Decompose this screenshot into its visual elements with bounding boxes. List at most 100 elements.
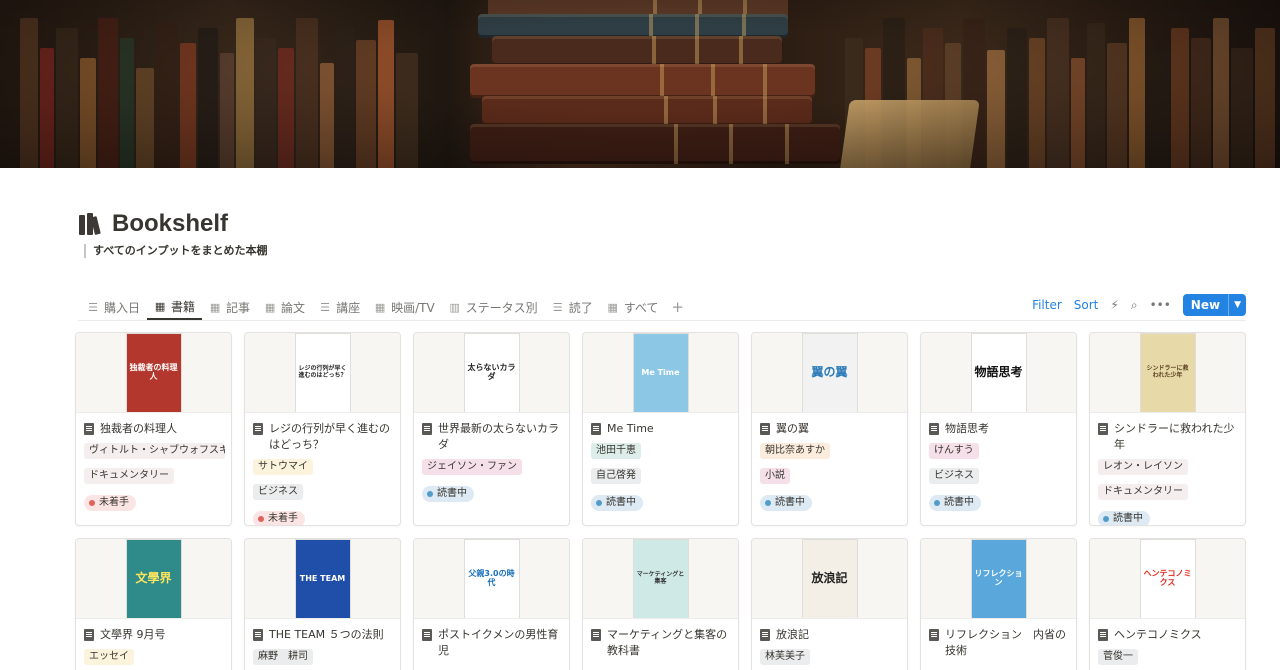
search-icon[interactable]: ⌕: [1131, 298, 1138, 313]
card-cover: 翼の翼: [752, 333, 907, 413]
add-view-icon[interactable]: +: [665, 298, 690, 316]
card-title-row: ヘンテコノミクス: [1098, 627, 1237, 643]
gallery-icon: ▦: [154, 299, 166, 313]
book-cover-title: 物語思考: [974, 365, 1023, 380]
automation-bolt-icon[interactable]: ⚡: [1110, 298, 1118, 312]
tab-1[interactable]: ▦ 書籍: [147, 294, 203, 320]
book-card[interactable]: Me Time Me Time 池田千恵 自己啓発 読書中: [582, 332, 739, 526]
gallery-icon: ▦: [607, 300, 618, 314]
list-icon: ☰: [552, 300, 563, 314]
gallery-view: 独裁者の料理人 独裁者の料理人 ヴィトルト・シャブウォフスキ ドキュメンタリー 未着手レ…: [75, 332, 1247, 670]
new-button-label[interactable]: New: [1183, 294, 1228, 316]
tab-8[interactable]: ▦ すべて: [600, 294, 666, 320]
book-cover-image: 父親3.0の時代: [463, 539, 520, 618]
author-tag-row: 麻野 耕司: [253, 647, 392, 670]
tab-2[interactable]: ▦ 記事: [202, 294, 257, 320]
status-badge: 未着手: [253, 511, 305, 525]
list-icon: ☰: [320, 300, 330, 314]
book-card[interactable]: マーケティングと集客 マーケティングと集客の教科書: [582, 538, 739, 670]
book-cover-image: 物語思考: [970, 333, 1027, 412]
card-cover: Me Time: [583, 333, 738, 413]
card-cover: レジの行列が早く進むのはどっち？: [245, 333, 400, 413]
page-subtitle[interactable]: すべてのインプットをまとめた本棚: [84, 244, 267, 258]
status-dot-icon: [934, 500, 940, 506]
book-card[interactable]: レジの行列が早く進むのはどっち？ レジの行列が早く進むのはどっち？ サトウマイ ビジネ…: [244, 332, 401, 526]
author-tag: エッセイ: [84, 649, 134, 665]
tab-6[interactable]: ▥ ステータス別: [442, 294, 545, 320]
genre-tag-row: ビジネス: [253, 482, 392, 507]
book-cover-image: THE TEAM: [294, 539, 351, 618]
chevron-down-icon[interactable]: ▼: [1228, 294, 1246, 316]
author-tag-row: けんすう: [929, 441, 1068, 466]
author-tag: 朝比奈あすか: [760, 443, 830, 459]
genre-tag: ビジネス: [253, 484, 303, 500]
gallery-icon: ▦: [209, 300, 221, 314]
card-title: ヘンテコノミクス: [1114, 628, 1202, 641]
genre-tag-row: ドキュメンタリー: [1098, 482, 1237, 507]
card-cover: 太らないカラダ: [414, 333, 569, 413]
book-card[interactable]: 放浪記 放浪記 林芙美子: [751, 538, 908, 670]
book-card[interactable]: 太らないカラダ 世界最新の太らないカラダ ジェイソン・ファン 読書中: [413, 332, 570, 526]
tab-label: 購入日: [104, 300, 141, 315]
more-options-icon[interactable]: •••: [1150, 298, 1171, 312]
page-header: Bookshelf: [78, 210, 228, 238]
book-card[interactable]: 物語思考 物語思考 けんすう ビジネス 読書中: [920, 332, 1077, 526]
book-cover-title: ヘンテコノミクス: [1143, 569, 1192, 587]
tab-label: ステータス別: [465, 300, 538, 315]
books-icon[interactable]: [78, 211, 104, 237]
book-cover-image: リフレクション: [970, 539, 1027, 618]
author-tag: 麻野 耕司: [253, 649, 313, 665]
filter-button[interactable]: Filter: [1032, 298, 1062, 312]
book-card[interactable]: THE TEAM THE TEAM ５つの法則 麻野 耕司: [244, 538, 401, 670]
author-tag: サトウマイ: [253, 459, 313, 475]
card-body: 翼の翼 朝比奈あすか 小説 読書中: [752, 413, 907, 517]
page-icon: [591, 423, 601, 435]
book-card[interactable]: 父親3.0の時代ポストイクメンの男性育児: [413, 538, 570, 670]
tab-4[interactable]: ☰ 講座: [312, 294, 367, 320]
book-cover-title: 太らないカラダ: [467, 363, 516, 381]
genre-tag-row: ビジネス: [929, 466, 1068, 491]
book-card[interactable]: 文學界 文學界 9月号 エッセイ: [75, 538, 232, 670]
tab-5[interactable]: ▦ 映画/TV: [367, 294, 442, 320]
tab-0[interactable]: ☰ 購入日: [80, 294, 147, 320]
status-badge: 読書中: [1098, 511, 1150, 525]
book-card[interactable]: リフレクション リフレクション 内省の技術: [920, 538, 1077, 670]
page-title[interactable]: Bookshelf: [112, 210, 228, 238]
status-label: 読書中: [1113, 513, 1143, 524]
author-tag-row: 池田千恵: [591, 441, 730, 466]
status-label: 読書中: [775, 497, 805, 508]
book-card[interactable]: 翼の翼 翼の翼 朝比奈あすか 小説 読書中: [751, 332, 908, 526]
card-title-row: ポストイクメンの男性育児: [422, 627, 561, 659]
card-body: レジの行列が早く進むのはどっち？ サトウマイ ビジネス 未着手: [245, 413, 400, 525]
book-card[interactable]: ヘンテコノミクス ヘンテコノミクス 菅俊一: [1089, 538, 1246, 670]
book-card[interactable]: シンドラーに救われた少年 シンドラーに救われた少年 レオン・レイソン ドキュメンタリー…: [1089, 332, 1246, 526]
book-card[interactable]: 独裁者の料理人 独裁者の料理人 ヴィトルト・シャブウォフスキ ドキュメンタリー 未着手: [75, 332, 232, 526]
author-tag-row: ヴィトルト・シャブウォフスキ: [84, 441, 225, 466]
book-cover-title: 放浪記: [811, 571, 848, 586]
card-title: 物語思考: [945, 422, 989, 435]
book-cover-title: Me Time: [641, 367, 680, 377]
toolbar-actions: Filter Sort ⚡ ⌕ ••• New ▼: [1032, 294, 1246, 316]
genre-tag-row: 自己啓発: [591, 466, 730, 491]
author-tag-row: 朝比奈あすか: [760, 441, 899, 466]
card-title-row: 翼の翼: [760, 421, 899, 437]
card-title-row: THE TEAM ５つの法則: [253, 627, 392, 643]
book-cover-image: マーケティングと集客: [632, 539, 689, 618]
new-button[interactable]: New ▼: [1182, 294, 1246, 316]
card-body: ポストイクメンの男性育児: [414, 619, 569, 669]
card-cover: 文學界: [76, 539, 231, 619]
card-title-row: 物語思考: [929, 421, 1068, 437]
tab-3[interactable]: ▦ 論文: [257, 294, 312, 320]
card-body: リフレクション 内省の技術: [921, 619, 1076, 669]
card-body: ヘンテコノミクス 菅俊一: [1090, 619, 1245, 670]
card-body: マーケティングと集客の教科書: [583, 619, 738, 669]
card-cover: ヘンテコノミクス: [1090, 539, 1245, 619]
card-title: シンドラーに救われた少年: [1114, 422, 1235, 451]
status-label: 読書中: [606, 497, 636, 508]
sort-button[interactable]: Sort: [1074, 298, 1099, 312]
card-title: 翼の翼: [776, 422, 809, 435]
book-cover-title: 父親3.0の時代: [468, 569, 515, 587]
book-cover-image: 独裁者の料理人: [125, 333, 182, 412]
cover-vignette: [0, 0, 1280, 168]
tab-7[interactable]: ☰ 読了: [545, 294, 600, 320]
